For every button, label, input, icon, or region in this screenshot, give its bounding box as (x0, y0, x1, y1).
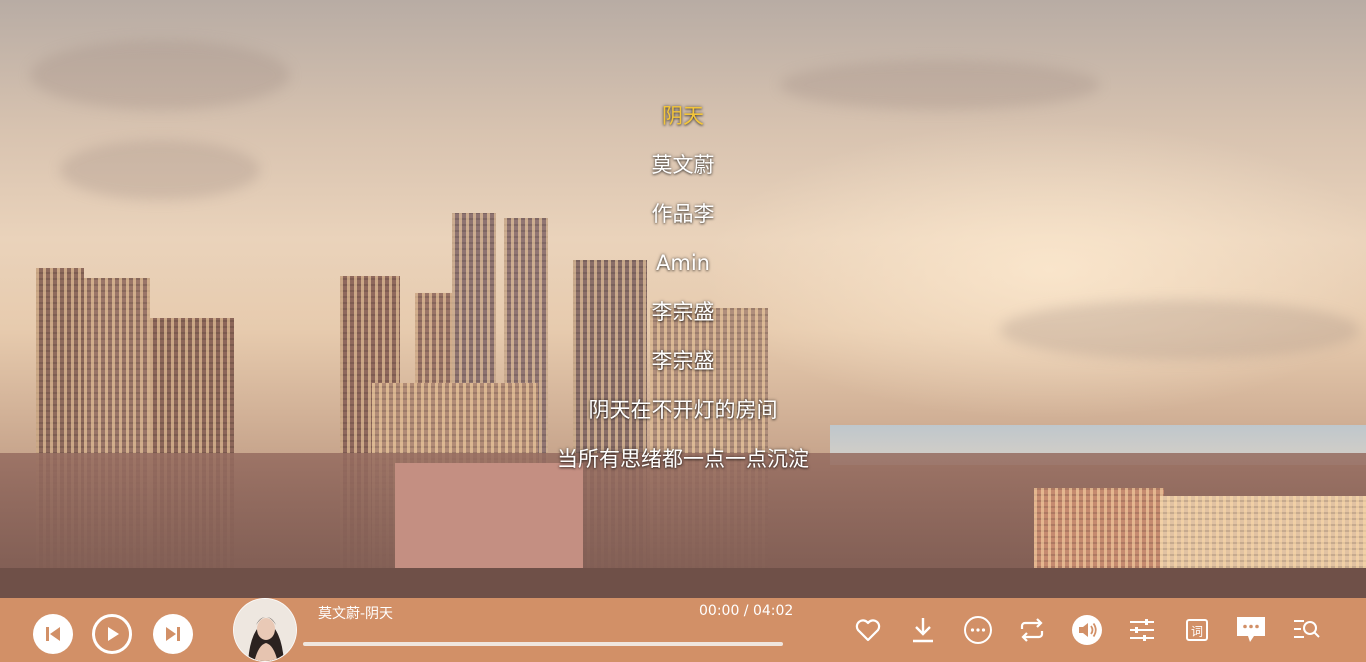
more-icon (964, 616, 992, 644)
previous-button[interactable] (33, 614, 73, 654)
search-list-icon (1294, 620, 1320, 638)
svg-text:词: 词 (1191, 625, 1203, 639)
settings-sliders-icon (1130, 619, 1154, 641)
progress-bar[interactable] (303, 642, 783, 646)
song-title: 莫文蔚-阴天 (318, 606, 394, 622)
lyric-line: 莫文蔚 (651, 153, 715, 177)
loop-button[interactable] (1016, 614, 1048, 646)
lyric-button[interactable]: 词 (1181, 614, 1213, 646)
playback-time: 00:00 / 04:02 (699, 603, 794, 619)
loop-icon (1020, 618, 1044, 642)
volume-icon (1072, 615, 1102, 645)
heart-icon (855, 619, 881, 642)
volume-button[interactable] (1071, 614, 1103, 646)
next-button[interactable] (153, 614, 193, 654)
lyrics-panel: 阴天 莫文蔚 作品李 Amin 李宗盛 李宗盛 阴天在不开灯的房间 当所有思绪都一点一点沉淀 (0, 98, 1366, 490)
download-icon (913, 618, 933, 643)
skip-next-icon (166, 627, 180, 641)
lyric-line: Amin (656, 251, 710, 275)
skip-previous-icon (46, 627, 60, 641)
comment-button[interactable] (1235, 614, 1267, 646)
player-bar: 莫文蔚-阴天 00:00 / 04:02 词 (0, 598, 1366, 662)
lyric-line: 李宗盛 (651, 300, 715, 324)
lyric-line: 当所有思绪都一点一点沉淀 (557, 447, 809, 471)
lyric-line-current: 阴天 (662, 104, 704, 128)
search-list-button[interactable] (1290, 614, 1322, 646)
lyric-line: 阴天在不开灯的房间 (588, 398, 778, 422)
like-button[interactable] (852, 614, 884, 646)
play-icon (108, 627, 119, 641)
lyric-icon: 词 (1186, 619, 1208, 641)
artist-portrait (234, 599, 296, 661)
comment-icon (1237, 617, 1265, 642)
more-button[interactable] (962, 614, 994, 646)
lyric-line: 李宗盛 (651, 349, 715, 373)
street-level (0, 568, 1366, 598)
lyric-line: 作品李 (651, 202, 715, 226)
equalizer-button[interactable] (1126, 614, 1158, 646)
download-button[interactable] (907, 614, 939, 646)
album-cover[interactable] (233, 598, 297, 662)
play-button[interactable] (92, 614, 132, 654)
